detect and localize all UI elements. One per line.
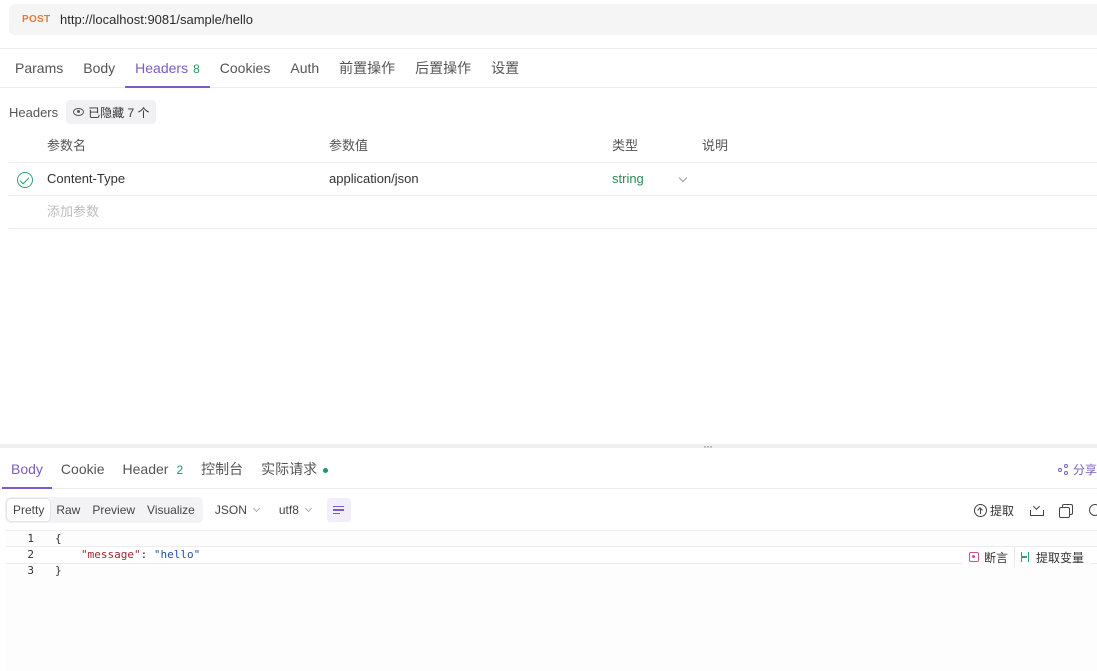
column-header-value: 参数值	[329, 138, 369, 153]
enabled-check-icon[interactable]	[17, 172, 33, 188]
tab-label: 后置操作	[415, 60, 472, 76]
code-line: 2 "message": "hello"	[5, 546, 1097, 564]
headers-count-badge: 8	[193, 62, 200, 76]
param-value-field[interactable]: application/json	[329, 163, 419, 195]
json-value: "hello"	[153, 548, 201, 561]
request-tabs: Params Body Headers 8 Cookies Auth 前置操作 后…	[0, 48, 1097, 88]
toolbar-actions: 提取	[973, 497, 1097, 523]
chevron-down-icon	[304, 504, 312, 513]
code-text: }	[55, 564, 62, 577]
json-separator: :	[140, 548, 154, 561]
drag-handle-icon[interactable]: ···	[703, 440, 713, 452]
line-number: 3	[27, 564, 34, 577]
tab-label: 设置	[491, 60, 520, 76]
view-pretty[interactable]: Pretty	[7, 499, 51, 521]
column-header-type: 类型	[612, 138, 639, 153]
hidden-headers-label: 已隐藏 7 个	[88, 105, 150, 120]
column-header-description: 说明	[702, 138, 729, 153]
assert-icon	[968, 552, 979, 562]
tab-label: 前置操作	[339, 60, 396, 76]
json-key: "message"	[81, 548, 141, 561]
share-icon	[1057, 464, 1069, 475]
tab-label: Body	[11, 461, 43, 477]
tab-response-header[interactable]: Header 2	[114, 450, 193, 488]
tab-label: Body	[83, 60, 116, 76]
format-dropdown[interactable]: JSON	[214, 503, 260, 517]
share-label: 分享	[1072, 463, 1097, 477]
table-header-row: 参数名 参数值 类型 说明	[9, 130, 1097, 163]
tab-body[interactable]: Body	[73, 49, 125, 87]
assert-button[interactable]: 断言	[963, 547, 1014, 567]
variable-icon	[1020, 552, 1029, 562]
headers-table: 参数名 参数值 类型 说明 Content-Type application/j…	[9, 130, 1097, 229]
view-mode-switch: Pretty Raw Preview Visualize	[5, 497, 203, 523]
headers-section-header: Headers 已隐藏 7 个	[9, 100, 157, 124]
encoding-dropdown[interactable]: utf8	[278, 503, 312, 517]
response-tabs: Body Cookie Header 2 控制台 实际请求	[0, 450, 1097, 489]
inline-line-tools: 断言 提取变量	[962, 547, 1090, 567]
word-wrap-button[interactable]	[326, 498, 351, 522]
tab-headers[interactable]: Headers 8	[125, 49, 210, 88]
copy-icon[interactable]	[1059, 504, 1073, 518]
code-line: 1 {	[5, 531, 1097, 547]
encoding-value: utf8	[278, 503, 299, 517]
tab-label: Cookie	[60, 461, 105, 477]
tab-label: Params	[15, 60, 64, 76]
tab-label: Headers	[135, 60, 189, 76]
tab-console[interactable]: 控制台	[192, 450, 252, 488]
add-param-row: 添加参数	[9, 196, 1097, 229]
url-bar[interactable]: POST http://localhost:9081/sample/hello	[9, 4, 1097, 35]
line-number: 1	[27, 532, 34, 545]
url-input[interactable]: http://localhost:9081/sample/hello	[60, 12, 253, 27]
hidden-headers-toggle[interactable]: 已隐藏 7 个	[66, 100, 157, 124]
line-number: 2	[27, 548, 34, 561]
share-button[interactable]: 分享	[1057, 461, 1097, 478]
eye-icon	[73, 108, 85, 116]
tab-response-body[interactable]: Body	[2, 450, 52, 489]
param-type-select[interactable]: string	[612, 163, 644, 195]
download-icon[interactable]	[1030, 504, 1044, 516]
tab-post-request[interactable]: 后置操作	[405, 49, 481, 87]
tab-label: 实际请求	[261, 461, 318, 477]
code-line: 3 }	[5, 563, 1097, 579]
format-value: JSON	[214, 503, 247, 517]
param-name-field[interactable]: Content-Type	[47, 163, 125, 195]
table-row: Content-Type application/json string	[9, 163, 1097, 196]
tab-settings[interactable]: 设置	[481, 49, 529, 87]
extract-label: 提取	[989, 503, 1014, 518]
tab-params[interactable]: Params	[5, 49, 73, 87]
extract-variable-button[interactable]: 提取变量	[1013, 547, 1090, 567]
tab-pre-request[interactable]: 前置操作	[329, 49, 405, 87]
column-header-name: 参数名	[47, 138, 87, 153]
tab-label: 控制台	[201, 461, 244, 477]
extract-variable-label: 提取变量	[1035, 550, 1084, 565]
code-text: {	[55, 532, 62, 545]
extract-button[interactable]: 提取	[973, 502, 1014, 519]
view-visualize[interactable]: Visualize	[141, 499, 201, 521]
panel-splitter[interactable]	[0, 444, 1097, 448]
response-toolbar: Pretty Raw Preview Visualize JSON utf8 提…	[5, 497, 1097, 523]
headers-section-label: Headers	[9, 104, 59, 120]
arrow-up-circle-icon	[973, 503, 987, 517]
tab-auth[interactable]: Auth	[280, 49, 329, 87]
code-text: "message": "hello"	[81, 547, 200, 563]
wrap-icon	[333, 505, 345, 508]
add-param-input[interactable]: 添加参数	[47, 196, 99, 228]
tab-actual-request[interactable]: 实际请求	[252, 450, 337, 488]
chevron-down-icon	[252, 504, 260, 513]
tab-response-cookie[interactable]: Cookie	[52, 450, 114, 488]
search-icon[interactable]	[1089, 504, 1097, 516]
view-preview[interactable]: Preview	[86, 499, 141, 521]
view-raw[interactable]: Raw	[50, 499, 86, 521]
tab-label: Auth	[290, 60, 320, 76]
header-count-badge: 2	[176, 463, 184, 477]
tab-label: Header	[122, 461, 169, 477]
tab-label: Cookies	[219, 60, 271, 76]
tab-cookies[interactable]: Cookies	[210, 49, 281, 87]
assert-label: 断言	[983, 550, 1008, 565]
chevron-down-icon[interactable]	[678, 173, 688, 183]
response-body-viewer[interactable]: 1 { 2 "message": "hello" 3 } 断言 提取变量	[5, 530, 1097, 671]
method-badge[interactable]: POST	[22, 14, 60, 25]
status-dot-icon	[323, 467, 329, 473]
